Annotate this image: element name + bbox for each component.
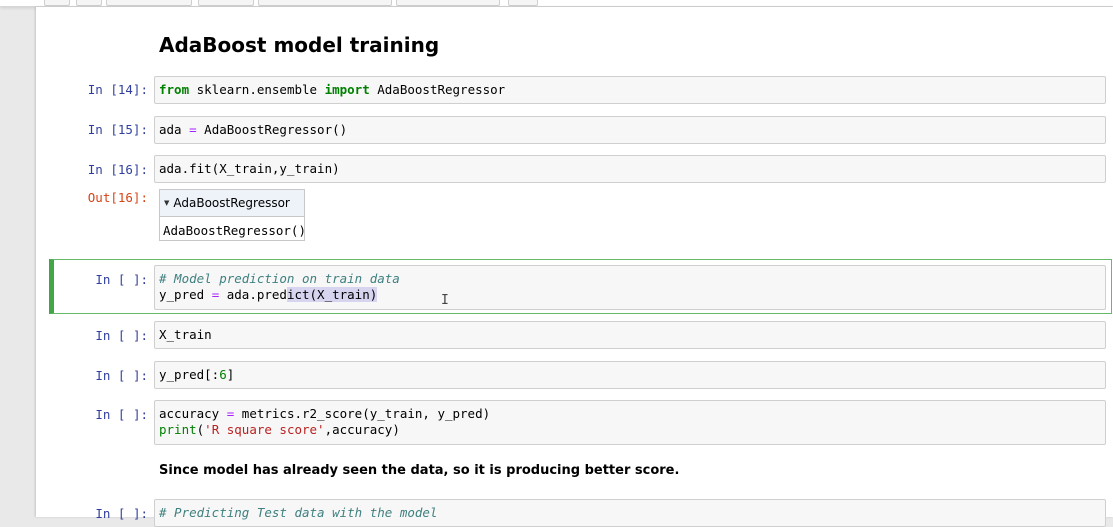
toolbar-button[interactable] [198,0,254,6]
estimator-title: AdaBoostRegressor [173,196,290,210]
code-line: ada.fit(X_train,y_train) [159,161,1101,177]
code-cell-input[interactable]: accuracy = metrics.r2_score(y_train, y_p… [154,400,1106,445]
section-heading: AdaBoost model training [159,33,440,57]
code-token: 'R square score' [204,422,325,437]
estimator-repr: AdaBoostRegressor() [163,223,306,238]
toolbar-button[interactable] [76,0,102,6]
output-prompt: Out[16]: [87,190,148,205]
code-token: import [324,82,370,97]
code-line: ada = AdaBoostRegressor() [159,122,1101,138]
code-cell-input[interactable]: # Model prediction on train data y_pred =… [154,265,1106,310]
markdown-note: Since model has already seen the data, s… [159,463,680,478]
code-line: y_pred = ada.predict(X_train) [159,287,1101,303]
code-token: sklearn.ensemble [189,82,325,97]
code-token: # Model prediction on train data [159,271,400,286]
caret-down-icon: ▼ [164,199,170,207]
code-line: y_pred[:6] [159,367,1101,383]
code-token: ada [159,122,190,137]
code-token: AdaBoostRegressor [369,82,506,97]
code-token: from [159,82,190,97]
notebook-toolbar [0,0,1113,7]
code-token: 6 [219,367,227,382]
code-line: # Predicting Test data with the model [159,505,1101,521]
code-token: ,accuracy) [324,422,400,437]
code-cell-input[interactable]: y_pred[:6] [154,361,1106,389]
estimator-widget[interactable]: ▼ AdaBoostRegressor AdaBoostRegressor() [159,189,306,241]
code-token: accuracy [159,406,227,421]
code-cell-input[interactable]: # Predicting Test data with the model [154,499,1106,527]
code-token: y_pred[: [159,367,220,382]
input-prompt: In [ ]: [95,368,148,383]
code-cell-input[interactable]: ada = AdaBoostRegressor() [154,116,1106,144]
text-cursor-icon: I [441,293,449,308]
code-token: X_train [159,327,212,342]
estimator-toggle[interactable]: ▼ AdaBoostRegressor [160,190,304,217]
code-token: print [159,422,197,437]
input-prompt: In [15]: [87,122,148,137]
code-token: ] [226,367,235,382]
toolbar-button[interactable] [44,0,70,6]
toolbar-button[interactable] [508,0,538,6]
toolbar-button[interactable] [106,0,192,6]
code-token: ada.fit(X_train,y_train) [159,161,340,176]
input-prompt: In [14]: [87,82,148,97]
code-line: accuracy = metrics.r2_score(y_train, y_p… [159,406,1101,422]
input-prompt: In [ ]: [95,272,148,287]
code-token: ict(X_train) [286,287,378,302]
code-token: ada.pred [219,287,287,302]
code-cell-input[interactable]: from sklearn.ensemble import AdaBoostReg… [154,76,1106,104]
toolbar-button[interactable] [396,0,500,6]
toolbar-button[interactable] [258,0,392,6]
code-token: AdaBoostRegressor() [196,122,348,137]
code-token: metrics.r2_score(y_train, y_pred) [234,406,491,421]
code-line: from sklearn.ensemble import AdaBoostReg… [159,82,1101,98]
code-token: y_pred [159,287,212,302]
code-token: = [189,122,197,137]
code-token: # Predicting Test data with the model [159,505,438,520]
input-prompt: In [ ]: [95,328,148,343]
code-cell-input[interactable]: X_train [154,321,1106,349]
input-prompt: In [ ]: [95,506,148,521]
input-prompt: In [16]: [87,162,148,177]
code-line: X_train [159,327,1101,343]
code-line: print('R square score',accuracy) [159,422,1101,438]
code-cell-input[interactable]: ada.fit(X_train,y_train) [154,155,1106,183]
input-prompt: In [ ]: [95,407,148,422]
code-line: # Model prediction on train data [159,271,1101,287]
